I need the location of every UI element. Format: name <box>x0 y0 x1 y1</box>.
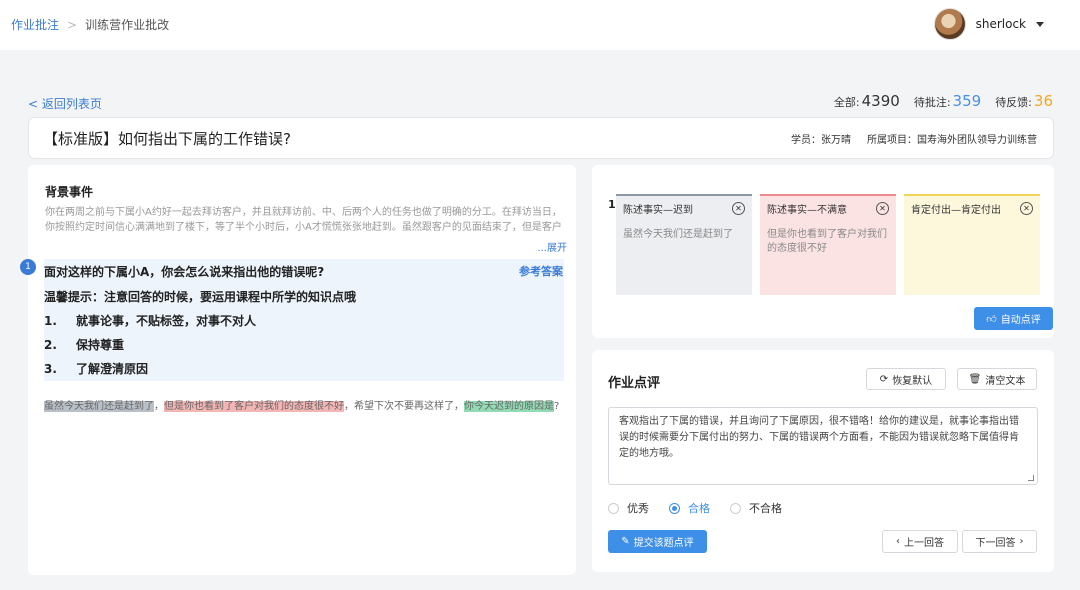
annotation-card[interactable]: 陈述事实—迟到 ✕ 虽然今天我们还是赶到了 <box>616 194 752 295</box>
submit-review-button[interactable]: ✎ 提交该题点评 <box>608 530 707 553</box>
project-name: 所属项目：国寿海外团队领导力训练营 <box>867 134 1037 146</box>
clear-text-button[interactable]: 🗑︎ 清空文本 <box>957 368 1037 390</box>
reset-default-button[interactable]: ⟳ 恢复默认 <box>866 368 946 390</box>
annotation-card[interactable]: 肯定付出—肯定付出 ✕ <box>904 194 1040 295</box>
assignment-title: 【标准版】如何指出下属的工作错误? <box>43 129 291 148</box>
grade-option-pass[interactable]: 合格 <box>669 500 710 516</box>
annotation-card-title: 陈述事实—迟到 <box>623 204 693 216</box>
radio-icon[interactable] <box>669 502 680 514</box>
student-answer[interactable]: 虽然今天我们还是赶到了，但是你也看到了客户对我们的态度很不好，希望下次不要再这样… <box>44 397 559 412</box>
edit-icon: ✎ <box>621 536 630 547</box>
highlight-segment[interactable]: 但是你也看到了客户对我们的态度很不好 <box>164 401 344 412</box>
annotation-card-title: 陈述事实—不满意 <box>767 204 847 216</box>
user-name[interactable]: sherlock <box>976 17 1026 31</box>
point-item: 2. 保持尊重 <box>44 338 125 352</box>
refresh-icon: ⟳ <box>879 373 889 385</box>
close-icon[interactable]: ✕ <box>732 201 745 215</box>
chevron-right-icon: › <box>1019 536 1024 547</box>
close-icon[interactable]: ✕ <box>1020 201 1033 215</box>
highlight-segment[interactable]: 你今天迟到的原因是 <box>464 401 554 412</box>
point-item: 1. 就事论事，不贴标签，对事不对人 <box>44 314 257 328</box>
stats-bar: 全部: 4390 待批注: 359 待反馈: 36 <box>834 92 1053 110</box>
annotation-card-body: 但是你也看到了客户对我们的态度很不好 <box>767 229 887 254</box>
thumb-up-icon: 👍︎ <box>986 313 997 325</box>
background-title: 背景事件 <box>45 185 94 199</box>
expand-link[interactable]: ...展开 <box>537 239 567 254</box>
review-title: 作业点评 <box>608 376 661 391</box>
prev-answer-button[interactable]: ‹ 上一回答 <box>882 530 958 553</box>
grade-radio-group: 优秀 合格 不合格 <box>608 500 782 516</box>
question-tip: 温馨提示：注意回答的时候，要运用课程中所学的知识点哦 <box>44 290 357 304</box>
grade-option-fail[interactable]: 不合格 <box>730 500 782 516</box>
next-answer-button[interactable]: 下一回答 › <box>962 530 1037 553</box>
close-icon[interactable]: ✕ <box>876 201 889 215</box>
breadcrumb: 作业批注 > 训练营作业批改 <box>11 16 169 33</box>
reference-answer-link[interactable]: 参考答案 <box>519 263 563 279</box>
stat-feedback[interactable]: 待反馈: 36 <box>995 92 1053 110</box>
annotation-card-title: 肯定付出—肯定付出 <box>911 204 1001 216</box>
question-panel: 背景事件 你在两周之前与下属小A约好一起去拜访客户，并且就拜访前、中、后两个人的… <box>20 165 576 575</box>
stat-all[interactable]: 全部: 4390 <box>834 92 900 110</box>
question-number-badge: 1 <box>20 259 36 275</box>
radio-icon[interactable] <box>608 502 619 514</box>
annotation-panel: 1. 陈述事实—迟到 ✕ 虽然今天我们还是赶到了 陈述事实—不满意 ✕ 但是你也看到… <box>592 165 1054 338</box>
trash-icon: 🗑︎ <box>968 373 982 385</box>
review-panel: 作业点评 ⟳ 恢复默认 🗑︎ 清空文本 客观指出了下属的错误，并且询问了下属原因，很… <box>592 350 1054 572</box>
top-bar: 作业批注 > 训练营作业批改 sherlock <box>0 0 1080 50</box>
chevron-left-icon: ‹ <box>896 536 900 547</box>
breadcrumb-separator: > <box>67 17 78 32</box>
back-to-list-link[interactable]: < 返回列表页 <box>28 95 102 112</box>
background-text: 你在两周之前与下属小A约好一起去拜访客户，并且就拜访前、中、后两个人的任务也做了… <box>45 207 562 233</box>
auto-review-button[interactable]: 👍︎ 自动点评 <box>974 307 1053 330</box>
annotation-card[interactable]: 陈述事实—不满意 ✕ 但是你也看到了客户对我们的态度很不好 <box>760 194 896 295</box>
breadcrumb-current: 训练营作业批改 <box>85 18 170 32</box>
radio-icon[interactable] <box>730 502 741 514</box>
grade-option-excellent[interactable]: 优秀 <box>608 500 649 516</box>
point-item: 3. 了解澄清原因 <box>44 362 149 376</box>
user-menu[interactable]: sherlock <box>933 8 1044 40</box>
highlight-segment[interactable]: 虽然今天我们还是赶到了 <box>44 401 154 412</box>
review-textarea[interactable]: 客观指出了下属的错误，并且询问了下属原因，很不错咯！给你的建议是，就事论事指出错… <box>608 407 1038 485</box>
chevron-down-icon[interactable] <box>1036 21 1044 27</box>
stat-pending[interactable]: 待批注: 359 <box>914 92 981 110</box>
avatar[interactable] <box>933 8 966 40</box>
student-name: 学员：张万晴 <box>791 134 851 146</box>
breadcrumb-root-link[interactable]: 作业批注 <box>11 16 59 33</box>
question-title: 面对这样的下属小A，你会怎么说来指出他的错误呢? <box>44 265 325 279</box>
resize-handle[interactable] <box>1028 475 1034 481</box>
annotation-card-body <box>904 220 1040 236</box>
assignment-header: 【标准版】如何指出下属的工作错误? 学员：张万晴 所属项目：国寿海外团队领导力训… <box>28 117 1054 159</box>
annotation-card-body: 虽然今天我们还是赶到了 <box>623 229 733 240</box>
